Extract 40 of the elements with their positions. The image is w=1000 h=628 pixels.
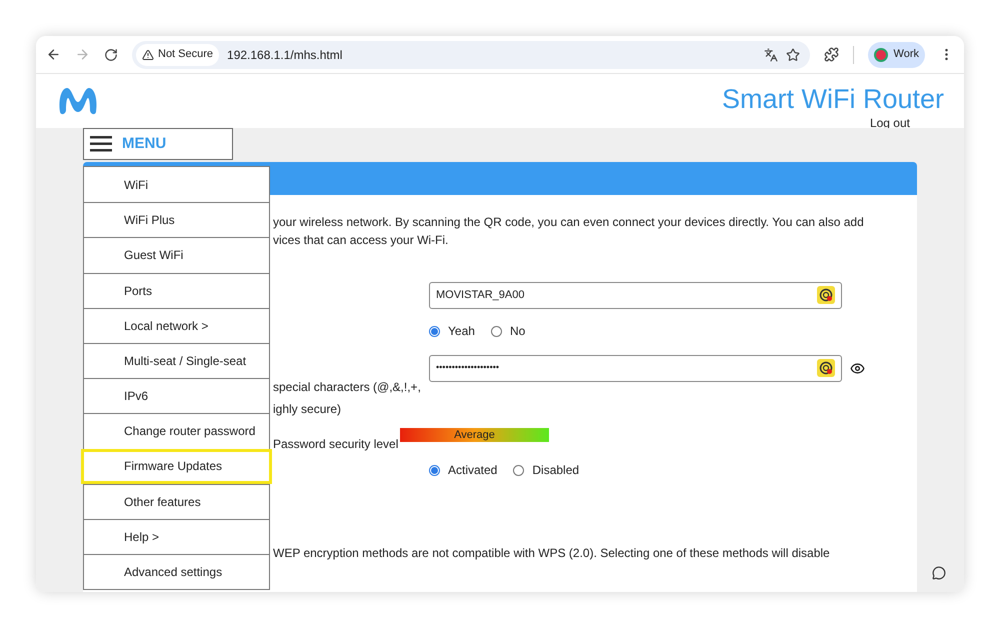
warning-icon: [142, 48, 154, 60]
radio-label: Disabled: [532, 462, 580, 479]
profile-button[interactable]: Work: [868, 42, 925, 68]
radio-label: Activated: [448, 462, 498, 479]
intro-text: your wireless network. By scanning the QR code, you can even connect your devices directly. You can also add: [273, 214, 865, 231]
security-chip[interactable]: Not Secure: [136, 44, 220, 66]
bookmark-star-icon[interactable]: [786, 48, 800, 62]
back-icon[interactable]: [46, 47, 61, 62]
ssid-value: MOVISTAR_9A00: [436, 288, 524, 303]
app-title: Smart WiFi Router: [722, 84, 944, 114]
menu-item[interactable]: Firmware Updates: [81, 448, 272, 484]
key-icon[interactable]: [817, 286, 835, 304]
wps-note: WEP encryption methods are not compatible with WPS (2.0). Selecting one of these methods will disable: [273, 545, 831, 562]
key-icon[interactable]: [817, 359, 835, 377]
password-value: ••••••••••••••••••••: [436, 361, 500, 374]
radio-label: No: [510, 323, 526, 340]
intro-text: vices that can access your Wi-Fi.: [273, 232, 450, 249]
radio-button[interactable]: [429, 326, 440, 336]
strength-meter: Average: [400, 428, 549, 442]
radio-label: Yeah: [448, 323, 475, 340]
menu-item[interactable]: IPv6: [84, 378, 269, 414]
strength-label: Password security level: [273, 436, 400, 453]
reload-icon[interactable]: [104, 48, 118, 62]
menu-item[interactable]: WiFi Plus: [84, 202, 269, 238]
translate-icon[interactable]: [764, 48, 778, 62]
extensions-icon[interactable]: [824, 47, 839, 62]
ssid-field[interactable]: MOVISTAR_9A00: [429, 282, 842, 308]
radio-button[interactable]: [429, 464, 440, 476]
security-label: Not Secure: [158, 47, 214, 62]
menu-icon: [90, 136, 112, 152]
radio-button[interactable]: [513, 464, 524, 476]
password-hint: ighly secure): [273, 401, 342, 418]
chat-icon[interactable]: [932, 566, 946, 580]
password-field[interactable]: ••••••••••••••••••••: [429, 354, 842, 382]
address-bar[interactable]: Not Secure 192.168.1.1/mhs.html: [132, 40, 810, 68]
url-text: 192.168.1.1/mhs.html: [227, 46, 344, 64]
password-hint: special characters (@,&,!,+,: [273, 379, 422, 396]
profile-avatar-icon: [874, 48, 888, 62]
show-password-icon[interactable]: [850, 360, 865, 376]
radio-button[interactable]: [490, 326, 502, 336]
